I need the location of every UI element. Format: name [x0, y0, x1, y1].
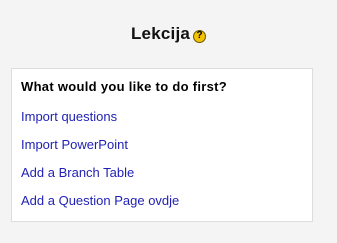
page-header: Lekcija ? [0, 24, 337, 44]
page-title: Lekcija [130, 24, 191, 43]
add-branch-table-link[interactable]: Add a Branch Table [21, 165, 134, 180]
first-action-panel: What would you like to do first? Import … [11, 68, 313, 222]
first-action-question: What would you like to do first? [21, 79, 228, 94]
add-question-page-link[interactable]: Add a Question Page ovdje [21, 193, 179, 208]
help-icon[interactable]: ? [193, 29, 207, 43]
import-questions-link[interactable]: Import questions [21, 109, 117, 124]
import-powerpoint-link[interactable]: Import PowerPoint [21, 137, 128, 152]
